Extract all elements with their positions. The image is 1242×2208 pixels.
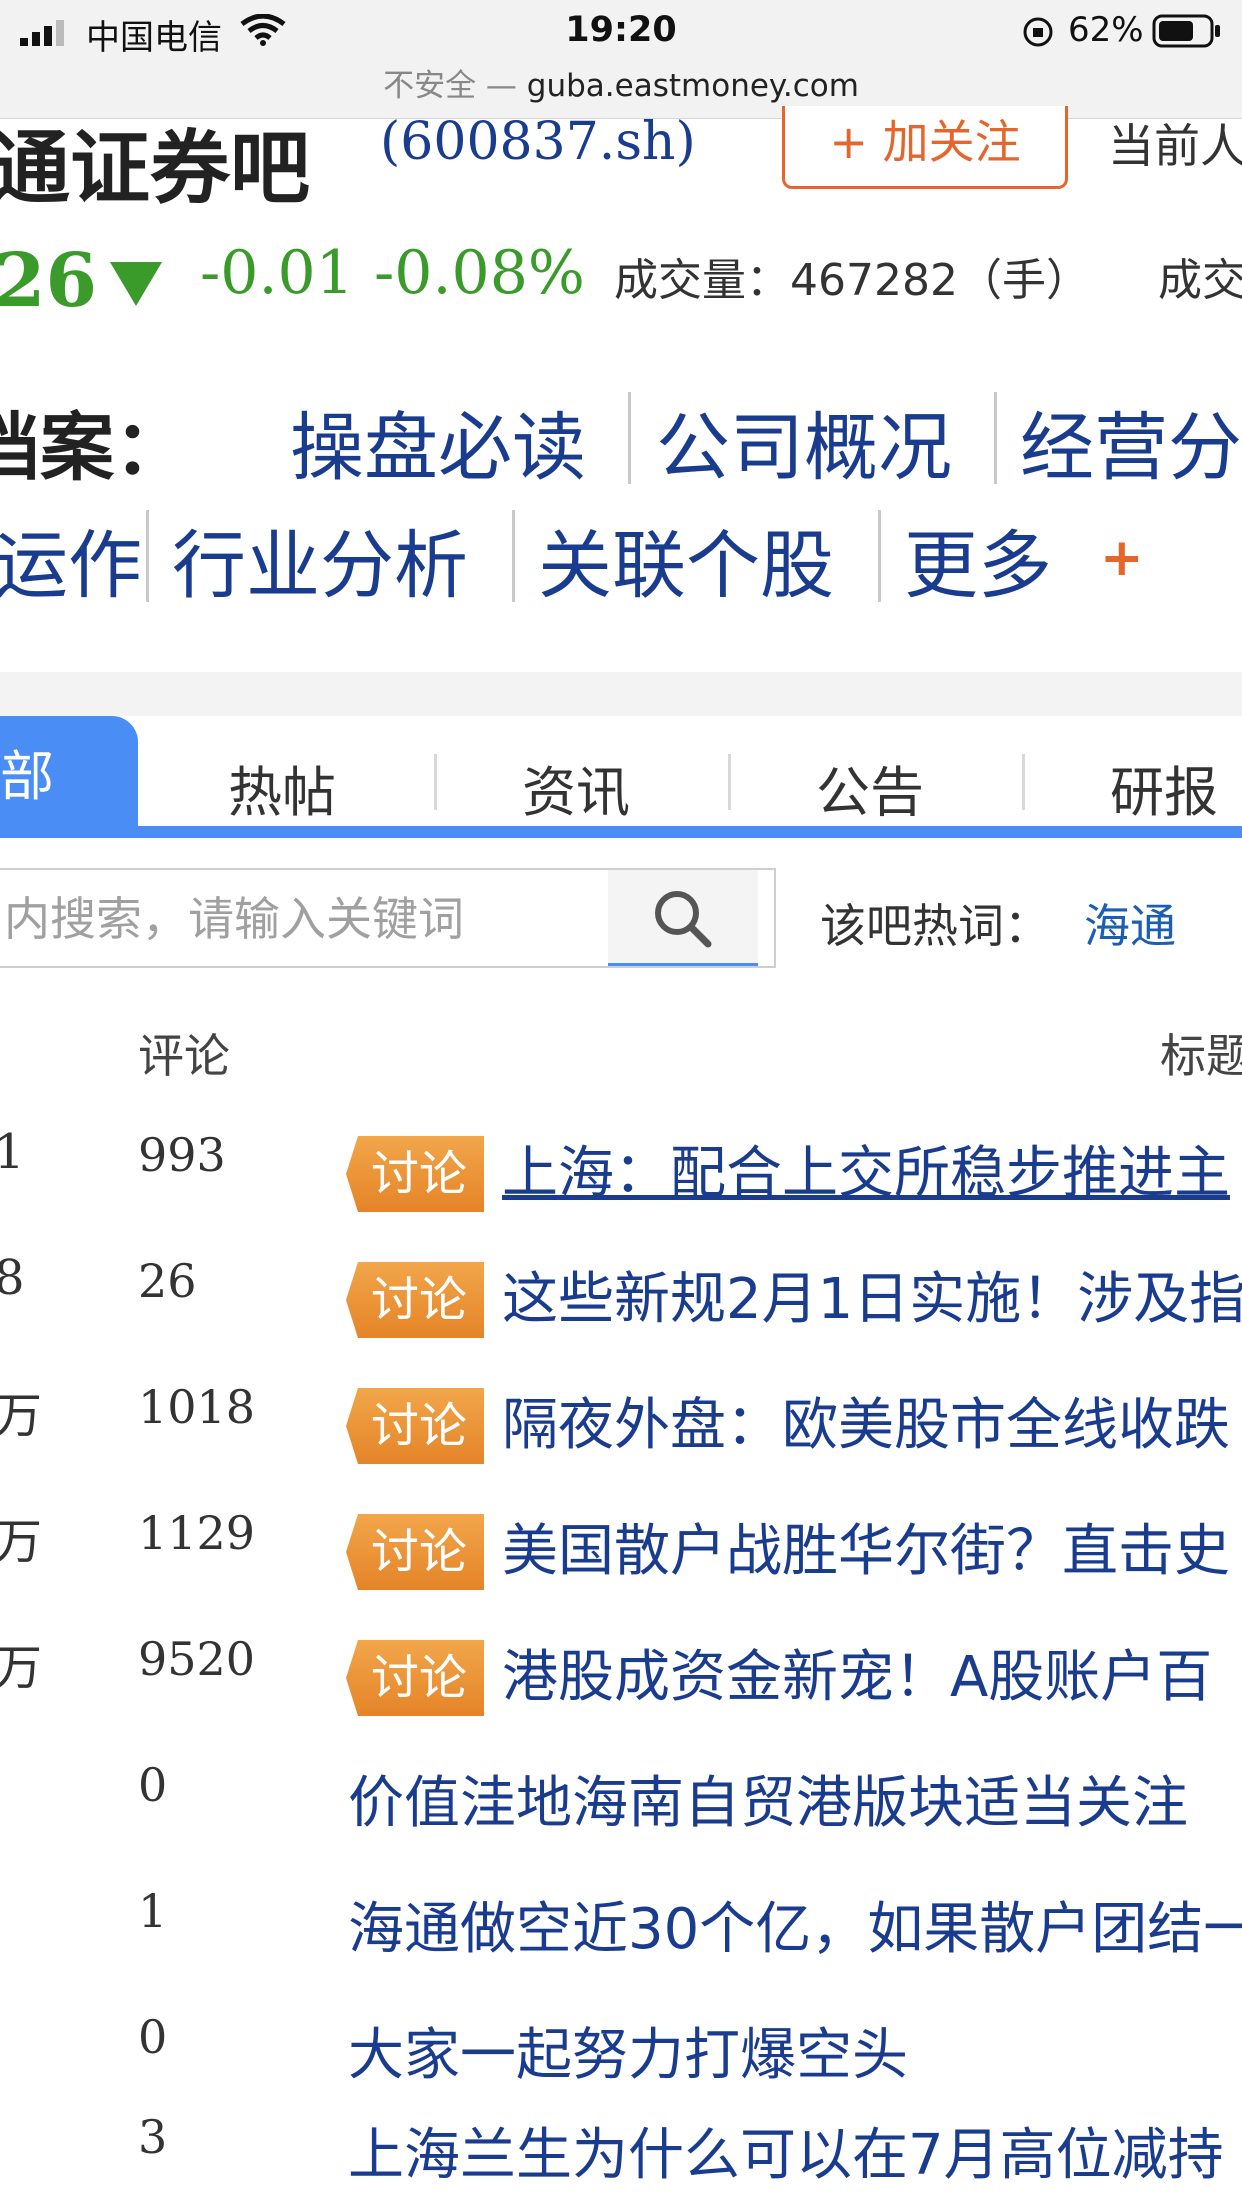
tab-research[interactable]: 研报 [1110, 748, 1218, 827]
post-title-link[interactable]: 隔夜外盘：欧美股市全线收跌 [502, 1380, 1230, 1461]
column-header-comments: 评论 [138, 1029, 230, 1083]
bar-title: 通证券吧 [0, 122, 310, 215]
price-change: -0.01 [200, 238, 354, 308]
post-title-link[interactable]: 海通做空近30个亿，如果散户团结一 [348, 1884, 1242, 1965]
discussion-tag: 讨论 [346, 1640, 484, 1716]
nav-separator [512, 510, 515, 602]
tab-separator [434, 754, 437, 810]
stock-price: 26 [0, 238, 97, 324]
list-item: 3 上海兰生为什么可以在7月高位减持 [0, 2082, 1242, 2208]
follow-button[interactable]: + 加关注 [782, 106, 1068, 189]
nav-link-trading-guide[interactable]: 操盘必读 [290, 388, 586, 495]
read-count: 万 [0, 1388, 43, 1444]
current-people-label: 当前人 [1108, 119, 1242, 173]
status-bar: 中国电信 19:20 62% 不安全 — guba.eastmoney.com [0, 0, 1242, 119]
comment-count: 3 [138, 2110, 168, 2164]
tab-hot-posts[interactable]: 热帖 [228, 748, 336, 827]
nav-separator [628, 392, 631, 484]
nav-separator [146, 510, 149, 602]
discussion-tag: 讨论 [346, 1136, 484, 1212]
list-item: 8 26 讨论 这些新规2月1日实施！涉及指 [0, 1226, 1242, 1352]
read-count: 万 [0, 1640, 43, 1696]
list-item: 1 993 讨论 上海：配合上交所稳步推进主 [0, 1100, 1242, 1226]
battery-percent: 62% [1068, 10, 1144, 50]
discussion-tag: 讨论 [346, 1514, 484, 1590]
orientation-lock-icon [1023, 17, 1053, 47]
comment-count: 9520 [138, 1632, 256, 1686]
comment-count: 1 [138, 1884, 168, 1938]
stock-code: (600837.sh) [380, 112, 696, 172]
nav-link-company-profile[interactable]: 公司概况 [656, 388, 952, 495]
archive-label: 档案： [0, 405, 188, 491]
hot-words-label: 该吧热词： [820, 899, 1050, 953]
clock-time: 19:20 [565, 10, 677, 50]
search-icon [655, 891, 712, 948]
tab-announcements[interactable]: 公告 [816, 748, 924, 827]
plus-icon[interactable]: + [1100, 528, 1144, 588]
tab-underline [0, 826, 1242, 838]
read-count: 1 [0, 1124, 25, 1180]
nav-link-business-analysis[interactable]: 经营分 [1020, 388, 1242, 495]
list-item: 万 1129 讨论 美国散户战胜华尔街？直击史 [0, 1478, 1242, 1604]
url-text: guba.eastmoney.com [526, 68, 859, 104]
down-arrow-icon [110, 262, 162, 306]
post-title-link[interactable]: 上海：配合上交所稳步推进主 [502, 1128, 1230, 1209]
list-item: 0 价值洼地海南自贸港版块适当关注 [0, 1730, 1242, 1856]
comment-count: 1018 [138, 1380, 256, 1434]
post-title-link[interactable]: 美国散户战胜华尔街？直击史 [502, 1506, 1230, 1587]
nav-separator [994, 392, 997, 484]
column-header-title: 标题 [1160, 1029, 1242, 1083]
list-item: 万 1018 讨论 隔夜外盘：欧美股市全线收跌 [0, 1352, 1242, 1478]
tab-all[interactable]: 部 [0, 716, 138, 826]
search-input[interactable] [2, 876, 606, 962]
tab-separator [1022, 754, 1025, 810]
comment-count: 26 [138, 1254, 197, 1308]
post-title-link[interactable]: 大家一起努力打爆空头 [348, 2010, 908, 2091]
post-title-link[interactable]: 港股成资金新宠！A股账户百 [502, 1632, 1212, 1713]
insecure-label: 不安全 — [383, 68, 517, 104]
list-item: 1 海通做空近30个亿，如果散户团结一 [0, 1856, 1242, 1982]
nav-separator [878, 510, 881, 602]
post-title-link[interactable]: 这些新规2月1日实施！涉及指 [502, 1254, 1242, 1335]
read-count: 万 [0, 1514, 43, 1570]
comment-count: 993 [138, 1128, 226, 1182]
volume-text: 成交量：467282（手） [614, 255, 1090, 306]
tab-separator [728, 754, 731, 810]
discussion-tag: 讨论 [346, 1262, 484, 1338]
tab-news[interactable]: 资讯 [522, 748, 630, 827]
discussion-tag: 讨论 [346, 1388, 484, 1464]
nav-link-operation[interactable]: 运作 [0, 506, 142, 613]
turnover-text: 成交 [1158, 255, 1242, 306]
read-count: 8 [0, 1250, 25, 1306]
comment-count: 0 [138, 1758, 168, 1812]
hot-word-link[interactable]: 海通 [1084, 890, 1176, 956]
comment-count: 1129 [138, 1506, 256, 1560]
nav-link-more[interactable]: 更多 [904, 506, 1052, 613]
nav-link-related-stocks[interactable]: 关联个股 [538, 506, 834, 613]
comment-count: 0 [138, 2010, 168, 2064]
nav-link-industry-analysis[interactable]: 行业分析 [172, 506, 468, 613]
price-change-percent: -0.08% [374, 238, 585, 308]
post-title-link[interactable]: 上海兰生为什么可以在7月高位减持 [348, 2110, 1224, 2191]
address-bar[interactable]: 不安全 — guba.eastmoney.com [0, 60, 1242, 105]
section-divider [0, 672, 1242, 716]
search-box [0, 868, 776, 968]
search-button[interactable] [608, 870, 758, 966]
list-item: 万 9520 讨论 港股成资金新宠！A股账户百 [0, 1604, 1242, 1730]
battery-icon [1152, 14, 1220, 48]
post-title-link[interactable]: 价值洼地海南自贸港版块适当关注 [348, 1758, 1188, 1839]
